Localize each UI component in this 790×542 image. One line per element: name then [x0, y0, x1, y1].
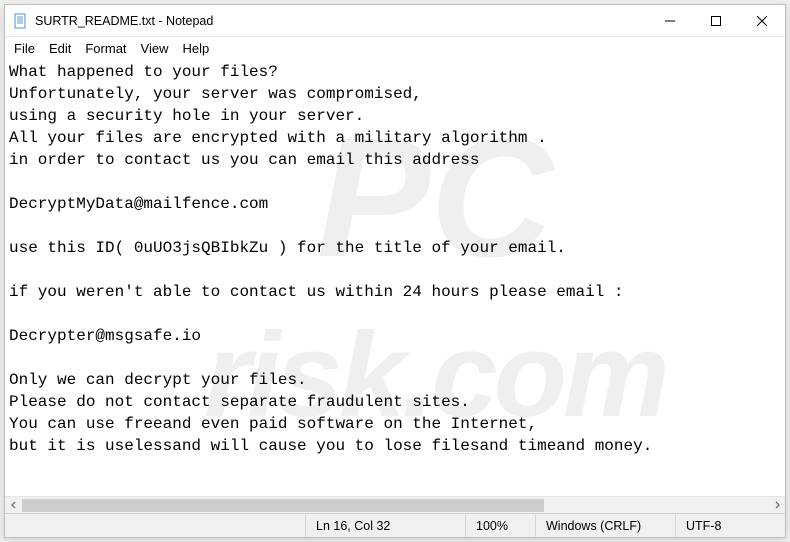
scroll-left-arrow[interactable] — [5, 497, 22, 514]
close-button[interactable] — [739, 5, 785, 37]
menubar: File Edit Format View Help — [5, 37, 785, 59]
status-zoom: 100% — [465, 514, 535, 537]
statusbar: Ln 16, Col 32 100% Windows (CRLF) UTF-8 — [5, 513, 785, 537]
content-wrap: What happened to your files? Unfortunate… — [5, 59, 785, 513]
menu-view[interactable]: View — [134, 40, 176, 57]
menu-edit[interactable]: Edit — [42, 40, 78, 57]
scroll-thumb[interactable] — [22, 499, 544, 512]
status-encoding: UTF-8 — [675, 514, 785, 537]
app-icon — [13, 13, 29, 29]
menu-format[interactable]: Format — [78, 40, 133, 57]
scroll-track[interactable] — [22, 497, 768, 514]
status-position: Ln 16, Col 32 — [305, 514, 465, 537]
titlebar[interactable]: SURTR_README.txt - Notepad — [5, 5, 785, 37]
window-title: SURTR_README.txt - Notepad — [35, 14, 213, 28]
text-editor[interactable]: What happened to your files? Unfortunate… — [5, 59, 785, 496]
window-controls — [647, 5, 785, 36]
status-line-ending: Windows (CRLF) — [535, 514, 675, 537]
notepad-window: SURTR_README.txt - Notepad File Edit For… — [4, 4, 786, 538]
menu-file[interactable]: File — [7, 40, 42, 57]
maximize-button[interactable] — [693, 5, 739, 37]
minimize-button[interactable] — [647, 5, 693, 37]
status-spacer — [5, 514, 305, 537]
menu-help[interactable]: Help — [175, 40, 216, 57]
scroll-right-arrow[interactable] — [768, 497, 785, 514]
horizontal-scrollbar[interactable] — [5, 496, 785, 513]
